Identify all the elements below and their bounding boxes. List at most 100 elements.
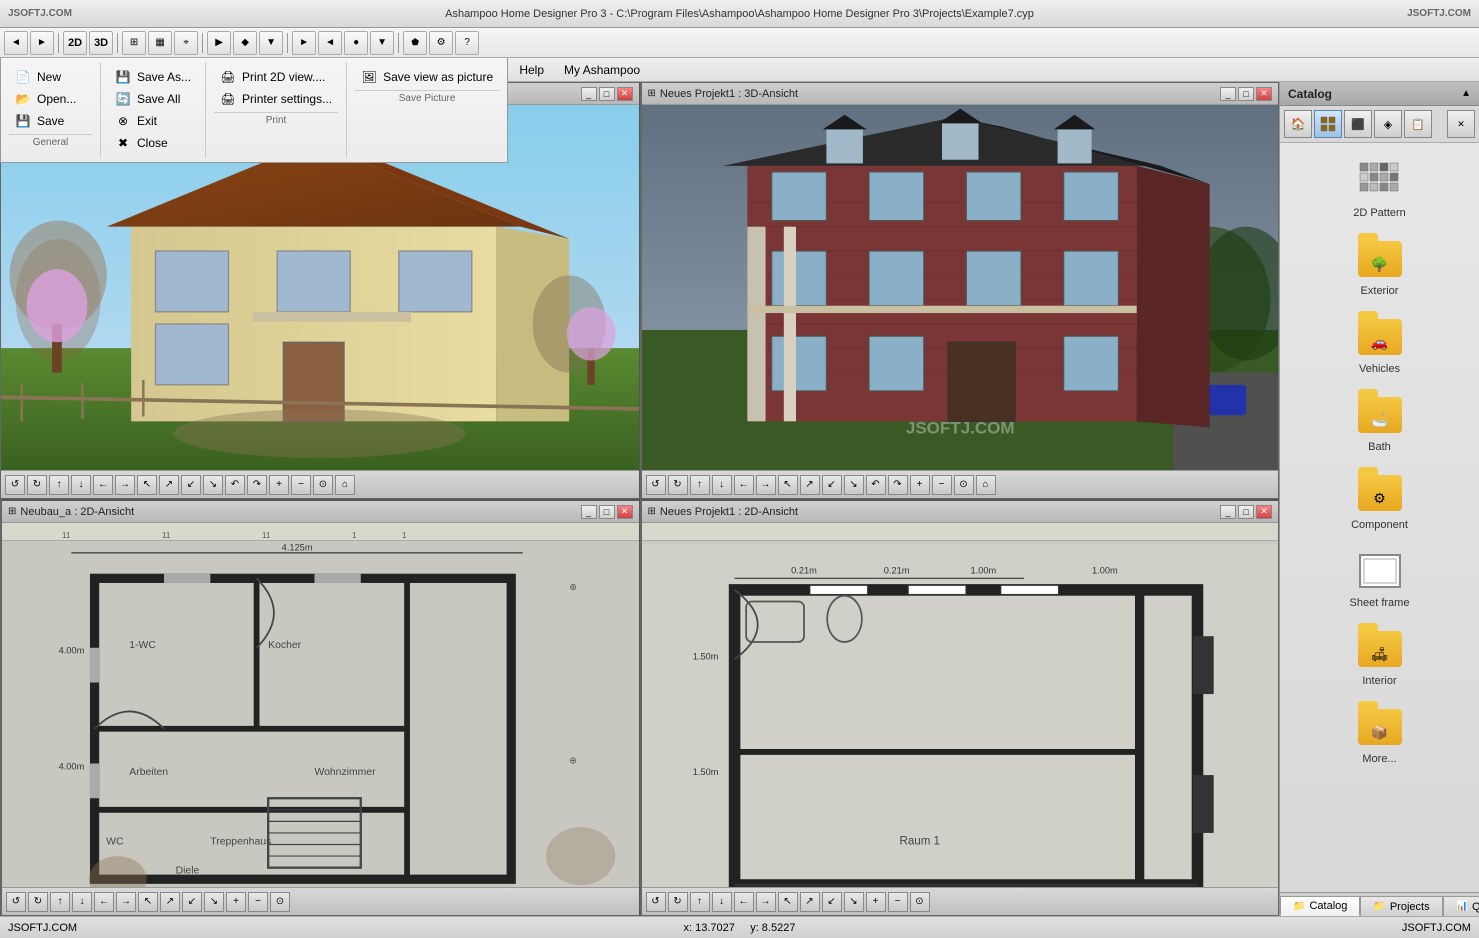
nav-tl[interactable]: ↖	[137, 475, 157, 495]
view-top-left-minimize[interactable]: _	[581, 87, 597, 101]
nav-br-left[interactable]: ←	[734, 892, 754, 912]
catalog-item-more[interactable]: 📦 More...	[1288, 697, 1471, 771]
nav-tr-undo[interactable]: ↺	[646, 475, 666, 495]
toolbar-select-btn[interactable]: ▦	[148, 31, 172, 55]
nav-br-down[interactable]: ↓	[712, 892, 732, 912]
toolbar-icon-forward[interactable]: ►	[30, 31, 54, 55]
nav-tr-right[interactable]: →	[756, 475, 776, 495]
view-br-close[interactable]: ✕	[1256, 505, 1272, 519]
nav-tr[interactable]: ↗	[159, 475, 179, 495]
catalog-icon-2[interactable]: ⬛	[1344, 110, 1372, 138]
nav-br-br[interactable]: ↘	[844, 892, 864, 912]
tab-catalog[interactable]: 📁 Catalog	[1280, 896, 1360, 916]
nav-bl-up[interactable]: ↑	[50, 892, 70, 912]
nav-br-redo[interactable]: ↻	[668, 892, 688, 912]
menu-item-save[interactable]: 💾 Save	[9, 110, 92, 132]
nav-home[interactable]: ⌂	[335, 475, 355, 495]
nav-left[interactable]: ←	[93, 475, 113, 495]
view-top-right-maximize[interactable]: □	[1238, 87, 1254, 101]
toolbar-grid-btn[interactable]: ⊞	[122, 31, 146, 55]
nav-bl-bl[interactable]: ↙	[182, 892, 202, 912]
menu-help[interactable]: Help	[509, 58, 554, 82]
nav-down-arr[interactable]: ↓	[71, 475, 91, 495]
nav-tr-zoom-in[interactable]: +	[910, 475, 930, 495]
menu-item-save-as[interactable]: 💾 Save As...	[109, 66, 197, 88]
catalog-item-interior[interactable]: 🛋 Interior	[1288, 619, 1471, 693]
nav-br-zoom-in[interactable]: +	[866, 892, 886, 912]
menu-item-save-view[interactable]: 🖼 Save view as picture	[355, 66, 499, 88]
toolbar-icon-back[interactable]: ◄	[4, 31, 28, 55]
catalog-item-bath[interactable]: 🛁 Bath	[1288, 385, 1471, 459]
toolbar-extra-btn[interactable]: ⬟	[403, 31, 427, 55]
view-top-right-close[interactable]: ✕	[1256, 87, 1272, 101]
nav-br-tr[interactable]: ↗	[800, 892, 820, 912]
catalog-scroll-area[interactable]: 2D Pattern 🌳 Exterior	[1280, 143, 1479, 892]
nav-tr-rotate-r[interactable]: ↷	[888, 475, 908, 495]
view-bl-maximize[interactable]: □	[599, 505, 615, 519]
view-top-left-maximize[interactable]: □	[599, 87, 615, 101]
nav-br-undo[interactable]: ↺	[646, 892, 666, 912]
menu-item-printer-settings[interactable]: 🖨 Printer settings...	[214, 88, 338, 110]
nav-tr-down[interactable]: ↓	[712, 475, 732, 495]
view-br-minimize[interactable]: _	[1220, 505, 1236, 519]
view-bl-minimize[interactable]: _	[581, 505, 597, 519]
nav-br-zoom-out[interactable]: −	[888, 892, 908, 912]
nav-br-right[interactable]: →	[756, 892, 776, 912]
nav-bl[interactable]: ↙	[181, 475, 201, 495]
nav-tr-bl[interactable]: ↙	[822, 475, 842, 495]
toolbar-down-btn[interactable]: ▼	[259, 31, 283, 55]
nav-tr-up[interactable]: ↑	[690, 475, 710, 495]
nav-redo[interactable]: ↻	[27, 475, 47, 495]
nav-tr-rotate-l[interactable]: ↶	[866, 475, 886, 495]
nav-bl-undo[interactable]: ↺	[6, 892, 26, 912]
nav-bl-right[interactable]: →	[116, 892, 136, 912]
nav-bl-reset[interactable]: ⊙	[270, 892, 290, 912]
nav-zoom-in[interactable]: +	[269, 475, 289, 495]
help-icon[interactable]: ?	[455, 31, 479, 55]
nav-br-up[interactable]: ↑	[690, 892, 710, 912]
nav-rotate-l[interactable]: ↶	[225, 475, 245, 495]
nav-tr-redo[interactable]: ↻	[668, 475, 688, 495]
nav-zoom-out[interactable]: −	[291, 475, 311, 495]
nav-bl-down[interactable]: ↓	[72, 892, 92, 912]
nav-tr-reset[interactable]: ⊙	[954, 475, 974, 495]
nav-bl-zoom-out[interactable]: −	[248, 892, 268, 912]
nav-tr-zoom-out[interactable]: −	[932, 475, 952, 495]
toolbar-play-btn[interactable]: ▶	[207, 31, 231, 55]
view-top-left-close[interactable]: ✕	[617, 87, 633, 101]
nav-reset[interactable]: ⊙	[313, 475, 333, 495]
catalog-item-2d-pattern[interactable]: 2D Pattern	[1288, 151, 1471, 225]
catalog-item-exterior[interactable]: 🌳 Exterior	[1288, 229, 1471, 303]
nav-tr-tl[interactable]: ↖	[778, 475, 798, 495]
catalog-icon-house[interactable]: 🏠	[1284, 110, 1312, 138]
menu-my-ashampoo[interactable]: My Ashampoo	[554, 58, 650, 82]
menu-item-open[interactable]: 📂 Open...	[9, 88, 92, 110]
toolbar-diamond-btn[interactable]: ◆	[233, 31, 257, 55]
toolbar-2d-btn[interactable]: 2D	[63, 31, 87, 55]
view-top-right-minimize[interactable]: _	[1220, 87, 1236, 101]
tab-projects[interactable]: 📁 Projects	[1360, 896, 1442, 916]
nav-br[interactable]: ↘	[203, 475, 223, 495]
nav-bl-left[interactable]: ←	[94, 892, 114, 912]
nav-undo[interactable]: ↺	[5, 475, 25, 495]
menu-item-exit[interactable]: ⊗ Exit	[109, 110, 197, 132]
catalog-close-btn[interactable]: ✕	[1447, 110, 1475, 138]
tab-quantities[interactable]: 📊 Quantities	[1443, 896, 1479, 916]
catalog-icon-3[interactable]: ◈	[1374, 110, 1402, 138]
view-bl-close[interactable]: ✕	[617, 505, 633, 519]
nav-tr-home[interactable]: ⌂	[976, 475, 996, 495]
nav-bl-br[interactable]: ↘	[204, 892, 224, 912]
nav-tr-left[interactable]: ←	[734, 475, 754, 495]
nav-tr-tr[interactable]: ↗	[800, 475, 820, 495]
toolbar-settings-btn[interactable]: ⚙	[429, 31, 453, 55]
nav-br-reset[interactable]: ⊙	[910, 892, 930, 912]
view-br-maximize[interactable]: □	[1238, 505, 1254, 519]
catalog-scroll-up-btn[interactable]: ▲	[1461, 88, 1471, 99]
nav-bl-zoom-in[interactable]: +	[226, 892, 246, 912]
nav-bl-tr[interactable]: ↗	[160, 892, 180, 912]
menu-item-print-2d[interactable]: 🖨 Print 2D view....	[214, 66, 338, 88]
toolbar-drop-btn[interactable]: ▼	[370, 31, 394, 55]
catalog-icon-4[interactable]: 📋	[1404, 110, 1432, 138]
toolbar-cursor-btn[interactable]: ⌖	[174, 31, 198, 55]
catalog-item-component[interactable]: ⚙ Component	[1288, 463, 1471, 537]
